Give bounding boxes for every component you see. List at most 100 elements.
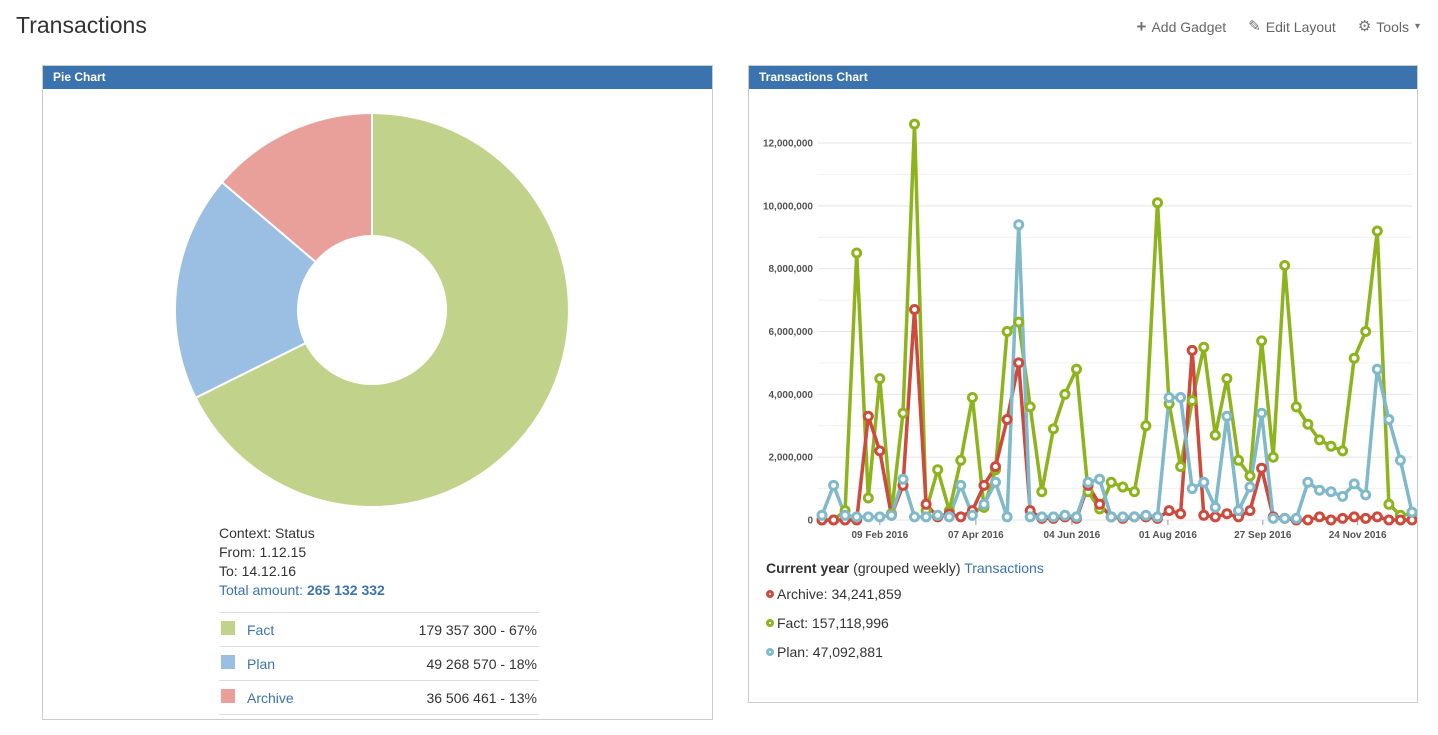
data-point-fact[interactable]: [1119, 483, 1127, 491]
pie-gadget-header[interactable]: Pie Chart: [43, 66, 712, 89]
data-point-archive[interactable]: [980, 481, 988, 489]
data-point-fact[interactable]: [1246, 472, 1254, 480]
data-point-fact[interactable]: [1327, 442, 1335, 450]
data-point-plan[interactable]: [1246, 483, 1254, 491]
donut-chart[interactable]: [43, 89, 712, 519]
data-point-archive[interactable]: [1015, 359, 1023, 367]
data-point-archive[interactable]: [1165, 507, 1173, 515]
data-point-plan[interactable]: [1061, 511, 1069, 519]
data-point-plan[interactable]: [899, 475, 907, 483]
data-point-archive[interactable]: [830, 516, 838, 524]
data-point-plan[interactable]: [1038, 513, 1046, 521]
data-point-plan[interactable]: [1408, 508, 1416, 516]
data-point-fact[interactable]: [1316, 436, 1324, 444]
data-point-plan[interactable]: [1200, 478, 1208, 486]
data-point-fact[interactable]: [1235, 456, 1243, 464]
data-point-archive[interactable]: [992, 463, 1000, 471]
data-point-archive[interactable]: [1350, 513, 1358, 521]
data-point-plan[interactable]: [992, 478, 1000, 486]
data-point-fact[interactable]: [1258, 337, 1266, 345]
data-point-plan[interactable]: [934, 511, 942, 519]
data-point-plan[interactable]: [1304, 478, 1312, 486]
data-point-plan[interactable]: [876, 513, 884, 521]
data-point-archive[interactable]: [1339, 514, 1347, 522]
data-point-plan[interactable]: [911, 513, 919, 521]
data-point-plan[interactable]: [945, 513, 953, 521]
data-point-fact[interactable]: [1154, 199, 1162, 207]
data-point-plan[interactable]: [1130, 513, 1138, 521]
data-point-archive[interactable]: [1223, 510, 1231, 518]
data-point-plan[interactable]: [1258, 409, 1266, 417]
data-point-plan[interactable]: [1084, 478, 1092, 486]
data-point-plan[interactable]: [1026, 513, 1034, 521]
data-point-fact[interactable]: [957, 456, 965, 464]
data-point-archive[interactable]: [1200, 511, 1208, 519]
data-point-plan[interactable]: [1235, 507, 1243, 515]
data-point-archive[interactable]: [1211, 513, 1219, 521]
add-gadget-button[interactable]: + Add Gadget: [1137, 18, 1227, 35]
data-point-archive[interactable]: [1385, 516, 1393, 524]
data-point-archive[interactable]: [1396, 516, 1404, 524]
data-point-fact[interactable]: [876, 375, 884, 383]
data-point-plan[interactable]: [957, 481, 965, 489]
data-point-plan[interactable]: [1281, 514, 1289, 522]
data-point-archive[interactable]: [911, 306, 919, 314]
data-point-fact[interactable]: [1223, 375, 1231, 383]
data-point-plan[interactable]: [1003, 513, 1011, 521]
data-point-plan[interactable]: [1154, 513, 1162, 521]
data-point-fact[interactable]: [1373, 227, 1381, 235]
data-point-archive[interactable]: [1258, 464, 1266, 472]
data-point-plan[interactable]: [887, 511, 895, 519]
data-point-fact[interactable]: [1211, 431, 1219, 439]
data-point-fact[interactable]: [934, 466, 942, 474]
data-point-fact[interactable]: [1003, 328, 1011, 336]
archive-link[interactable]: Archive: [247, 690, 294, 706]
data-point-fact[interactable]: [1188, 397, 1196, 405]
data-point-plan[interactable]: [1015, 221, 1023, 229]
data-point-archive[interactable]: [1096, 500, 1104, 508]
data-point-archive[interactable]: [1246, 507, 1254, 515]
data-point-fact[interactable]: [1362, 328, 1370, 336]
data-point-fact[interactable]: [1049, 425, 1057, 433]
data-point-archive[interactable]: [864, 412, 872, 420]
data-point-plan[interactable]: [830, 481, 838, 489]
transactions-gadget-header[interactable]: Transactions Chart: [749, 66, 1417, 89]
tools-menu-button[interactable]: ⚙ Tools ▾: [1358, 19, 1420, 35]
data-point-fact[interactable]: [899, 409, 907, 417]
data-point-plan[interactable]: [1049, 513, 1057, 521]
data-point-fact[interactable]: [1385, 500, 1393, 508]
data-point-fact[interactable]: [1177, 463, 1185, 471]
data-point-plan[interactable]: [1107, 513, 1115, 521]
line-chart[interactable]: 02,000,0004,000,0006,000,0008,000,00010,…: [749, 89, 1417, 547]
data-point-plan[interactable]: [1269, 514, 1277, 522]
data-point-archive[interactable]: [957, 513, 965, 521]
data-point-plan[interactable]: [1362, 491, 1370, 499]
data-point-plan[interactable]: [1327, 488, 1335, 496]
data-point-archive[interactable]: [876, 447, 884, 455]
data-point-archive[interactable]: [1188, 346, 1196, 354]
data-point-archive[interactable]: [1327, 516, 1335, 524]
data-point-plan[interactable]: [980, 500, 988, 508]
data-point-fact[interactable]: [1350, 354, 1358, 362]
data-point-fact[interactable]: [853, 249, 861, 257]
data-point-plan[interactable]: [968, 511, 976, 519]
edit-layout-button[interactable]: ✎ Edit Layout: [1248, 19, 1336, 35]
data-point-plan[interactable]: [1316, 486, 1324, 494]
data-point-archive[interactable]: [1373, 513, 1381, 521]
data-point-fact[interactable]: [1026, 403, 1034, 411]
data-point-fact[interactable]: [1292, 403, 1300, 411]
data-point-fact[interactable]: [1107, 478, 1115, 486]
data-point-fact[interactable]: [1015, 318, 1023, 326]
data-point-fact[interactable]: [1142, 422, 1150, 430]
data-point-archive[interactable]: [922, 500, 930, 508]
data-point-plan[interactable]: [1339, 492, 1347, 500]
data-point-fact[interactable]: [1073, 365, 1081, 373]
data-point-fact[interactable]: [1339, 447, 1347, 455]
data-point-archive[interactable]: [1003, 416, 1011, 424]
data-point-fact[interactable]: [1200, 343, 1208, 351]
data-point-plan[interactable]: [1385, 416, 1393, 424]
data-point-plan[interactable]: [1165, 394, 1173, 402]
data-point-fact[interactable]: [1061, 390, 1069, 398]
data-point-plan[interactable]: [922, 513, 930, 521]
data-point-fact[interactable]: [911, 120, 919, 128]
